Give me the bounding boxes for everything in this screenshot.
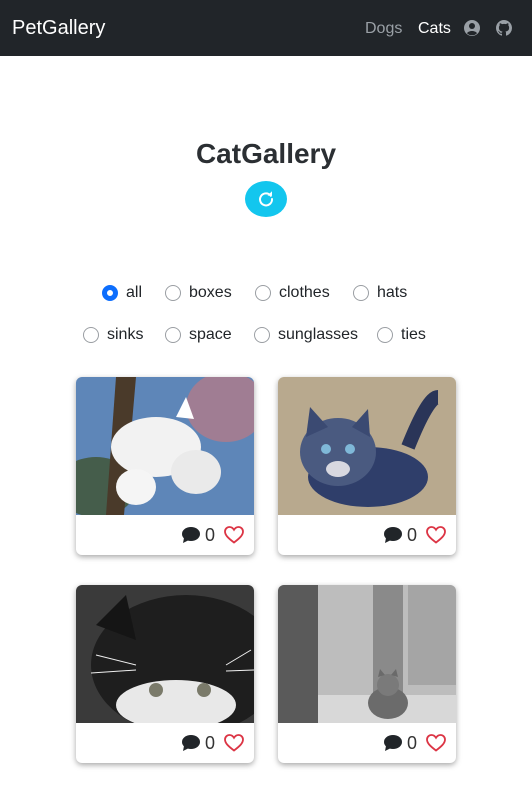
comment-icon[interactable]: [182, 735, 200, 751]
filter-label: clothes: [279, 284, 330, 301]
filter-label: hats: [377, 284, 408, 301]
filter-radio-space[interactable]: space: [165, 325, 232, 345]
filter-label: ties: [401, 326, 426, 343]
radio-icon: [377, 327, 393, 343]
cat-card[interactable]: 0: [278, 585, 456, 763]
nav-link-cats[interactable]: Cats: [418, 19, 451, 39]
radio-icon: [255, 285, 271, 301]
filter-radio-all[interactable]: all: [102, 283, 142, 303]
filter-radio-sunglasses[interactable]: sunglasses: [254, 325, 358, 345]
navbar: PetGallery Dogs Cats: [0, 0, 532, 56]
comment-icon[interactable]: [384, 527, 402, 543]
card-footer: 0: [76, 515, 254, 555]
user-circle-icon[interactable]: [464, 20, 480, 36]
nav-link-dogs[interactable]: Dogs: [365, 19, 402, 39]
cat-photo[interactable]: [278, 585, 456, 723]
comment-count: 0: [205, 525, 216, 545]
filter-label: sinks: [107, 326, 144, 343]
radio-icon: [353, 285, 369, 301]
refresh-icon: [259, 191, 274, 207]
heart-icon[interactable]: [426, 734, 446, 752]
comment-count: 0: [407, 525, 418, 545]
filter-label: space: [189, 326, 232, 343]
filter-radio-sinks[interactable]: sinks: [83, 325, 143, 345]
cat-card[interactable]: 0: [76, 377, 254, 555]
card-footer: 0: [278, 723, 456, 763]
comment-count: 0: [407, 733, 418, 753]
filter-radio-hats[interactable]: hats: [353, 283, 407, 303]
radio-icon: [254, 327, 270, 343]
radio-icon: [83, 327, 99, 343]
cat-card[interactable]: 0: [278, 377, 456, 555]
radio-icon: [165, 285, 181, 301]
comment-count: 0: [205, 733, 216, 753]
cat-photo[interactable]: [278, 377, 456, 515]
card-footer: 0: [76, 723, 254, 763]
filter-radio-clothes[interactable]: clothes: [255, 283, 330, 303]
heart-icon[interactable]: [224, 734, 244, 752]
filter-radio-boxes[interactable]: boxes: [165, 283, 232, 303]
cat-card[interactable]: 0: [76, 585, 254, 763]
refresh-button[interactable]: [245, 181, 287, 217]
heart-icon[interactable]: [426, 526, 446, 544]
radio-icon: [165, 327, 181, 343]
filter-radio-ties[interactable]: ties: [377, 325, 426, 345]
filter-label: sunglasses: [278, 326, 359, 343]
cat-photo[interactable]: [76, 377, 254, 515]
cat-photo[interactable]: [76, 585, 254, 723]
radio-checked-icon: [102, 285, 118, 301]
card-footer: 0: [278, 515, 456, 555]
filter-label: all: [126, 284, 143, 301]
comment-icon[interactable]: [182, 527, 200, 543]
brand-logo[interactable]: PetGallery: [12, 15, 105, 41]
github-icon[interactable]: [496, 20, 512, 36]
heart-icon[interactable]: [224, 526, 244, 544]
page-title: CatGallery: [195, 138, 337, 169]
filter-label: boxes: [189, 284, 232, 301]
comment-icon[interactable]: [384, 735, 402, 751]
